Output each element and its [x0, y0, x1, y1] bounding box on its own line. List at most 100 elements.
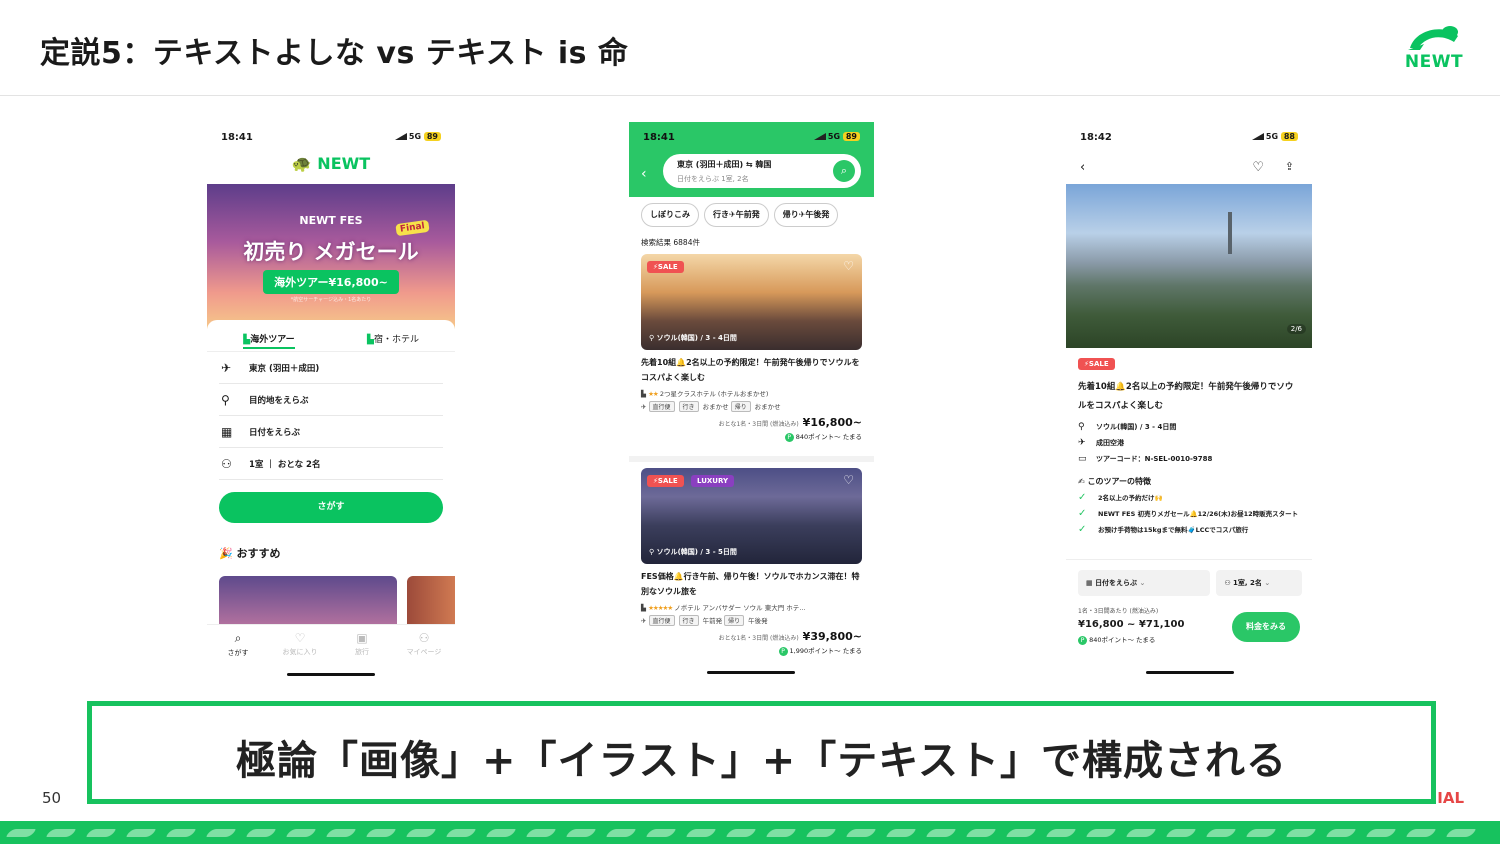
room-select[interactable]: ⚇ 1室, 2名 ⌄ — [1216, 570, 1302, 596]
heart-icon[interactable]: ♡ — [843, 473, 854, 487]
tabbar-favorites[interactable]: ♡ お気に入り — [269, 625, 331, 680]
tour-image: ⚡SALE ♡ ⚲ ソウル(韓国) / 3 - 4日間 — [641, 254, 862, 350]
search-icon[interactable]: ⌕ — [833, 160, 855, 182]
tour-card[interactable]: ⚡SALE ♡ ⚲ ソウル(韓国) / 3 - 4日間 先着10組🔔2名以上の予… — [641, 254, 862, 442]
wave-shape — [406, 829, 436, 837]
wave-shape — [726, 829, 756, 837]
hotel-icon: ▙ — [641, 390, 646, 398]
home-indicator — [707, 671, 795, 674]
heart-icon[interactable]: ♡ — [1252, 160, 1264, 175]
wave-shape — [1366, 829, 1396, 837]
field-value: 目的地をえらぶ — [249, 395, 309, 406]
return-chip[interactable]: 帰り✈午後発 — [773, 203, 839, 227]
room-select-label: 1室, 2名 — [1233, 579, 1262, 587]
points-icon: P — [784, 433, 794, 442]
recommend-card[interactable] — [219, 576, 397, 624]
tab-label: 海外ツアー — [250, 335, 295, 345]
wave-shape — [1406, 829, 1436, 837]
sale-banner[interactable]: NEWT FES Final 初売り メガセール 海外ツアー¥16,800~ *… — [207, 184, 455, 329]
return-time: おまかせ — [754, 403, 781, 411]
tour-card[interactable]: ⚡SALE LUXURY ♡ ⚲ ソウル(韓国) / 3 - 5日間 FES価格… — [641, 468, 862, 656]
price: ¥39,800~ — [802, 630, 862, 643]
banner-headline: 初売り メガセール — [243, 240, 419, 264]
phone-home-screen: 18:41 5G 89 🐢 NEWT NEWT FES Final 初売り メガ… — [207, 122, 455, 680]
destination-field[interactable]: ⚲ 目的地をえらぶ — [219, 384, 443, 416]
wave-shape — [1286, 829, 1316, 837]
back-icon[interactable]: ‹ — [641, 166, 647, 182]
tour-image: ⚡SALE LUXURY ♡ ⚲ ソウル(韓国) / 3 - 5日間 — [641, 468, 862, 564]
wave-shape — [806, 829, 836, 837]
person-icon: ⚇ — [221, 456, 232, 471]
chevron-down-icon: ⌄ — [1139, 579, 1146, 587]
photo-counter: 2/6 — [1286, 324, 1306, 334]
wave-shape — [366, 829, 396, 837]
tab-overseas-tours[interactable]: ▙海外ツアー — [207, 320, 331, 351]
slide-title: 定説5：テキストよしな vs テキスト is 命 — [40, 36, 629, 71]
see-price-button[interactable]: 料金をみる — [1232, 612, 1300, 642]
divider — [629, 456, 874, 462]
date-select[interactable]: ▦ 日付をえらぶ ⌄ — [1078, 570, 1211, 596]
wave-shape — [1046, 829, 1076, 837]
feature-item: ✓ NEWT FES 初売りメガセール🔔12/26(木)お昼12時販売スタート — [1078, 509, 1300, 519]
return-tag: 帰り — [724, 615, 745, 626]
search-panel: ▙海外ツアー ▙宿・ホテル ✈ 東京 (羽田＋成田) ⚲ 目的地をえらぶ ▦ 日付をえ… — [207, 320, 455, 620]
location-label: ソウル(韓国) / 3 - 5日間 — [656, 548, 737, 556]
return-time: 午後発 — [748, 617, 768, 625]
share-icon[interactable]: ⇪ — [1285, 160, 1294, 173]
location-row: ⚲ ソウル(韓国) / 3 - 4日間 — [1078, 422, 1300, 432]
status-bar: 18:41 5G 89 — [207, 122, 455, 154]
tab-hotels[interactable]: ▙宿・ホテル — [331, 320, 455, 351]
battery-icon: 89 — [423, 132, 441, 141]
tower-shape — [1228, 212, 1232, 254]
ticket-icon: ▭ — [1078, 454, 1087, 464]
tour-title: FES価格🔔行き午前、帰り午後！ソウルでホカンス滞在！特別なソウル旅を — [641, 572, 860, 596]
tourcode-row: ▭ ツアーコード：N-SEL-0010-9788 — [1078, 454, 1300, 464]
booking-bar: ▦ 日付をえらぶ ⌄ ⚇ 1室, 2名 ⌄ 1名・3日間あたり (燃油込み) ¥… — [1066, 559, 1312, 680]
wave-shape — [46, 829, 76, 837]
recommend-card[interactable] — [407, 576, 455, 624]
wave-shape — [206, 829, 236, 837]
date-field[interactable]: ▦ 日付をえらぶ — [219, 416, 443, 448]
hotel-row: ▙ ★★★★★ ノボテル アンバサダー ソウル 東大門 ホテ… — [641, 602, 862, 612]
outbound-chip[interactable]: 行き✈午前発 — [704, 203, 769, 227]
tour-title: 先着10組🔔2名以上の予約限定！午前発午後帰りでソウルをコスパよく楽しむ — [641, 358, 860, 382]
tabbar-trips[interactable]: ▣ 旅行 — [331, 625, 393, 680]
wave-shape — [6, 829, 36, 837]
price-note: おとな1名・3日間 (燃油込み) — [718, 635, 799, 642]
hotel-name: 2つ星クラスホテル (ホテルおまかせ) — [659, 390, 769, 398]
wave-shape — [606, 829, 636, 837]
filter-chip[interactable]: しぼりこみ — [641, 203, 699, 227]
chevron-down-icon: ⌄ — [1264, 579, 1271, 587]
wave-shape — [286, 829, 316, 837]
title-divider — [0, 95, 1500, 96]
price: ¥16,800~ — [802, 416, 862, 429]
signal-icon — [1251, 133, 1264, 140]
wave-shape — [1246, 829, 1276, 837]
search-summary[interactable]: 東京 (羽田＋成田) ⇆ 韓国 日付をえらぶ 1室, 2名 ⌕ — [663, 154, 861, 188]
callout-box: 極論「画像」+「イラスト」+「テキスト」で構成される — [87, 701, 1436, 804]
airport-row: ✈ 成田空港 — [1078, 438, 1300, 448]
back-icon[interactable]: ‹ — [1080, 160, 1085, 175]
tabbar-search[interactable]: ⌕ さがす — [207, 625, 269, 680]
wave-shape — [86, 829, 116, 837]
recommend-label: おすすめ — [236, 547, 281, 560]
tabbar-label: さがす — [227, 649, 249, 657]
tabbar-mypage[interactable]: ⚇ マイページ — [393, 625, 455, 680]
hero-photo[interactable]: 2/6 — [1066, 184, 1312, 348]
wave-shape — [1126, 829, 1156, 837]
sale-label: SALE — [657, 263, 678, 271]
heart-icon[interactable]: ♡ — [843, 259, 854, 273]
suitcase-icon: ▣ — [356, 631, 368, 645]
footer-pattern — [0, 821, 1500, 844]
wave-shape — [1206, 829, 1236, 837]
departure-field[interactable]: ✈ 東京 (羽田＋成田) — [219, 352, 443, 384]
check-icon: ✓ — [1078, 524, 1087, 535]
banner-note: *航空サーチャージ込み・1名あたり — [290, 297, 372, 303]
guests-field[interactable]: ⚇ 1室 ｜ おとな 2名 — [219, 448, 443, 480]
app-logo-text: NEWT — [317, 154, 371, 173]
network-label: 5G — [1265, 132, 1279, 141]
hotel-icon: ▙ — [641, 604, 646, 612]
luxury-badge: LUXURY — [691, 475, 735, 487]
tour-title: 先着10組🔔2名以上の予約限定！午前発午後帰りでソウルをコスパよく楽しむ — [1078, 382, 1294, 411]
search-button[interactable]: さがす — [219, 492, 443, 523]
